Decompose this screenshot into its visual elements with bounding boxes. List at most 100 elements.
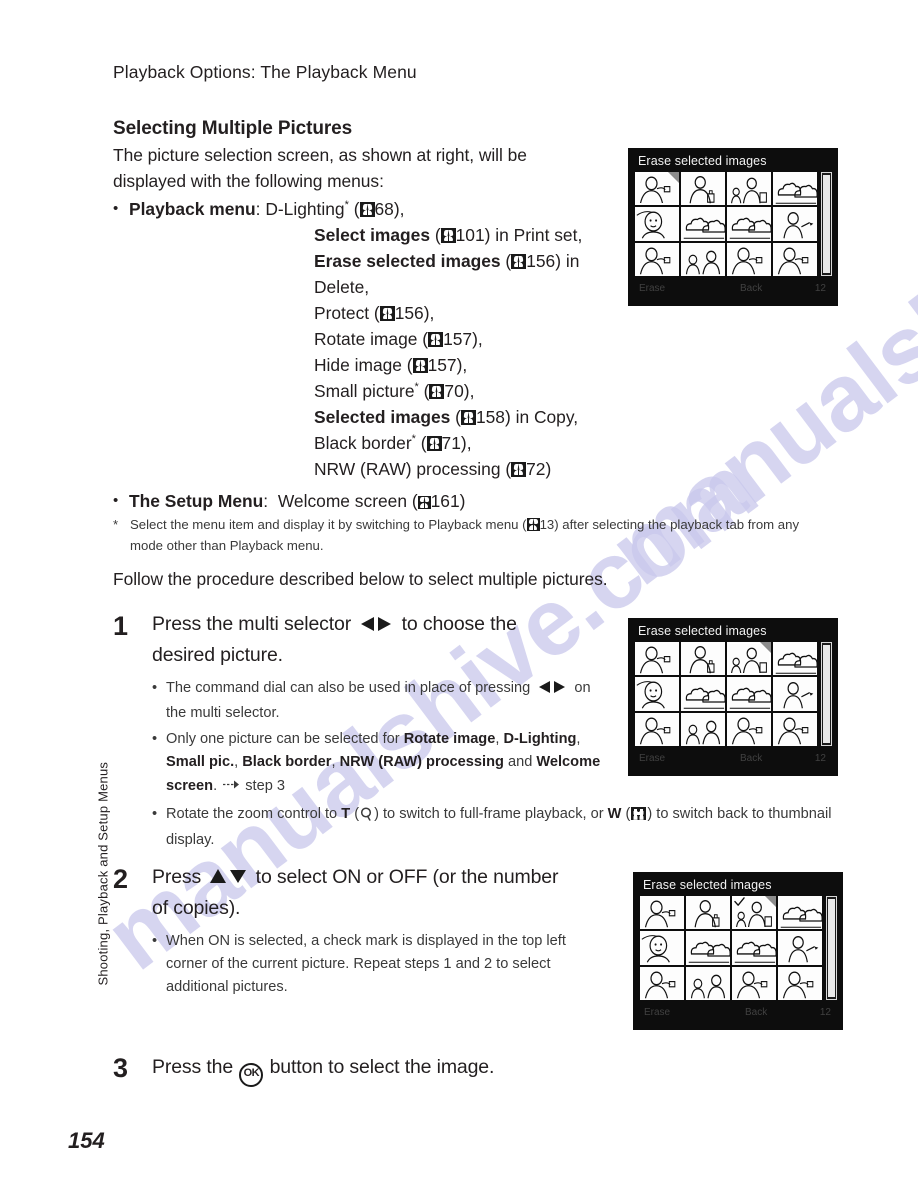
lcd-title: Erase selected images bbox=[643, 878, 772, 892]
playback-menu-item: Black border* (71), bbox=[314, 433, 472, 453]
lcd-scrollbar[interactable] bbox=[821, 172, 832, 276]
book-reference-icon bbox=[359, 202, 375, 217]
lcd-status-bar: Erase Back 12 bbox=[640, 1005, 837, 1022]
thumbnail-grid[interactable] bbox=[640, 896, 822, 1000]
thumbnail-cell[interactable] bbox=[681, 712, 725, 746]
thumbnail-cell[interactable] bbox=[727, 677, 771, 711]
playback-menu-item: Erase selected images (156) in bbox=[314, 251, 580, 271]
menu-item-name: Hide image bbox=[314, 355, 402, 375]
thumbnail-cell[interactable] bbox=[640, 896, 684, 930]
lcd-scrollbar-thumb[interactable] bbox=[828, 899, 835, 997]
thumbnail-cell[interactable] bbox=[732, 966, 776, 1000]
playback-menu-item: Delete, bbox=[314, 274, 613, 300]
thumbnail-cell[interactable] bbox=[640, 931, 684, 965]
thumbnail-cell[interactable] bbox=[778, 931, 822, 965]
step-1-bullet-3: Rotate the zoom control to T () to switc… bbox=[166, 806, 832, 848]
thumbnail-cell[interactable] bbox=[635, 207, 679, 241]
thumbnail-cell[interactable] bbox=[686, 966, 730, 1000]
step-1-bullet-2: Only one picture can be selected for Rot… bbox=[166, 728, 607, 798]
page-number: 154 bbox=[68, 1128, 105, 1153]
lcd-status-mid: Back bbox=[745, 1007, 768, 1018]
lcd-scrollbar-thumb[interactable] bbox=[823, 645, 830, 743]
chapter-side-tab: Shooting, Playback and Setup Menus bbox=[95, 761, 111, 986]
menu-item-name: NRW (RAW) processing bbox=[314, 459, 501, 479]
playback-menu-item: D-Lighting* (68), bbox=[265, 199, 405, 219]
thumbnail-cell[interactable] bbox=[773, 242, 817, 276]
thumbnail-cell[interactable] bbox=[681, 242, 725, 276]
list-item: • Playback menu: D-Lighting* (68), Select… bbox=[113, 196, 613, 482]
thumbnail-cell[interactable] bbox=[635, 712, 679, 746]
list-item: • When ON is selected, a check mark is d… bbox=[152, 930, 592, 999]
footnote: * Select the menu item and display it by… bbox=[113, 514, 813, 556]
book-reference-icon bbox=[429, 384, 445, 399]
playback-menu-item: Protect (156), bbox=[314, 303, 435, 323]
lcd-scrollbar[interactable] bbox=[826, 896, 837, 1000]
check-mark-icon bbox=[734, 897, 745, 907]
book-reference-icon bbox=[412, 358, 428, 373]
lcd-scrollbar[interactable] bbox=[821, 642, 832, 746]
step-3-heading: Press the OK button to select the image. bbox=[152, 1053, 672, 1087]
bullet-dot: • bbox=[152, 806, 158, 822]
bullet-dot: • bbox=[113, 200, 119, 217]
thumbnail-cell[interactable] bbox=[773, 712, 817, 746]
thumbnail-cell[interactable] bbox=[686, 896, 730, 930]
thumbnail-cell[interactable] bbox=[732, 896, 776, 930]
book-reference-icon bbox=[426, 436, 442, 451]
menu-item-page-ref: 157 bbox=[427, 355, 457, 375]
thumbnail-cell[interactable] bbox=[778, 966, 822, 1000]
thumbnail-cell[interactable] bbox=[635, 642, 679, 676]
thumbnail-cell[interactable] bbox=[773, 677, 817, 711]
running-head: Playback Options: The Playback Menu bbox=[113, 62, 417, 82]
thumbnail-cell[interactable] bbox=[727, 207, 771, 241]
footnote-star: * bbox=[411, 433, 416, 446]
thumbnail-cell[interactable] bbox=[773, 172, 817, 206]
selection-corner-icon bbox=[760, 642, 771, 653]
thumbnail-cell[interactable] bbox=[686, 931, 730, 965]
lcd-thumbnail-area bbox=[635, 172, 832, 276]
camera-lcd-screenshot-2: Erase selected images Erase Back 12 bbox=[628, 618, 838, 776]
setup-menu-ref: 161 bbox=[430, 491, 460, 511]
thumbnail-cell[interactable] bbox=[640, 966, 684, 1000]
thumbnail-cell[interactable] bbox=[635, 242, 679, 276]
thumbnail-cell[interactable] bbox=[681, 172, 725, 206]
section-intro: The picture selection screen, as shown a… bbox=[113, 145, 527, 191]
thumbnail-cell[interactable] bbox=[727, 242, 771, 276]
thumbnail-cell[interactable] bbox=[773, 207, 817, 241]
thumbnail-grid[interactable] bbox=[635, 172, 817, 276]
thumbnail-grid[interactable] bbox=[635, 642, 817, 746]
menu-item-page-ref: 71 bbox=[441, 433, 461, 453]
setup-menu-label: The Setup Menu bbox=[129, 491, 264, 511]
thumbnail-cell[interactable] bbox=[681, 642, 725, 676]
thumbnail-cell[interactable] bbox=[681, 677, 725, 711]
lcd-status-bar: Erase Back 12 bbox=[635, 281, 832, 298]
footnote-star: * bbox=[414, 381, 419, 394]
step-1-bullet-1: The command dial can also be used in pla… bbox=[166, 680, 591, 721]
arrow-right-icon bbox=[223, 774, 240, 797]
list-item: • The command dial can also be used in p… bbox=[152, 677, 607, 725]
thumbnail-cell[interactable] bbox=[773, 642, 817, 676]
camera-lcd-screenshot-1: Erase selected images Erase Back 12 bbox=[628, 148, 838, 306]
lcd-title: Erase selected images bbox=[638, 624, 767, 638]
thumbnail-cell[interactable] bbox=[727, 712, 771, 746]
menu-item-page-ref: 157 bbox=[443, 329, 473, 349]
lcd-scrollbar-thumb[interactable] bbox=[823, 175, 830, 273]
lcd-status-left: Erase bbox=[644, 1007, 671, 1018]
thumbnail-cell[interactable] bbox=[635, 172, 679, 206]
footnote-star: * bbox=[344, 199, 349, 212]
menu-item-name: D-Lighting bbox=[265, 199, 345, 219]
camera-lcd-screenshot-3: Erase selected images Erase Back 12 bbox=[633, 872, 843, 1030]
menu-item-name: Selected images bbox=[314, 407, 451, 427]
step-number-2: 2 bbox=[113, 864, 129, 894]
thumbnail-cell[interactable] bbox=[727, 172, 771, 206]
thumbnail-cell[interactable] bbox=[727, 642, 771, 676]
lcd-status-right: 12 bbox=[819, 1007, 831, 1018]
thumbnail-cell[interactable] bbox=[635, 677, 679, 711]
playback-menu-item: NRW (RAW) processing (72) bbox=[314, 459, 552, 479]
menu-item-page-ref: 72 bbox=[526, 459, 546, 479]
thumbnail-cell[interactable] bbox=[778, 896, 822, 930]
thumbnail-cell[interactable] bbox=[681, 207, 725, 241]
thumbnail-cell[interactable] bbox=[732, 931, 776, 965]
setup-menu-list: The Setup Menu: Welcome screen (161) bbox=[129, 491, 466, 511]
playback-menu-item: Hide image (157), bbox=[314, 355, 468, 375]
menu-item-name: Delete, bbox=[314, 277, 370, 297]
